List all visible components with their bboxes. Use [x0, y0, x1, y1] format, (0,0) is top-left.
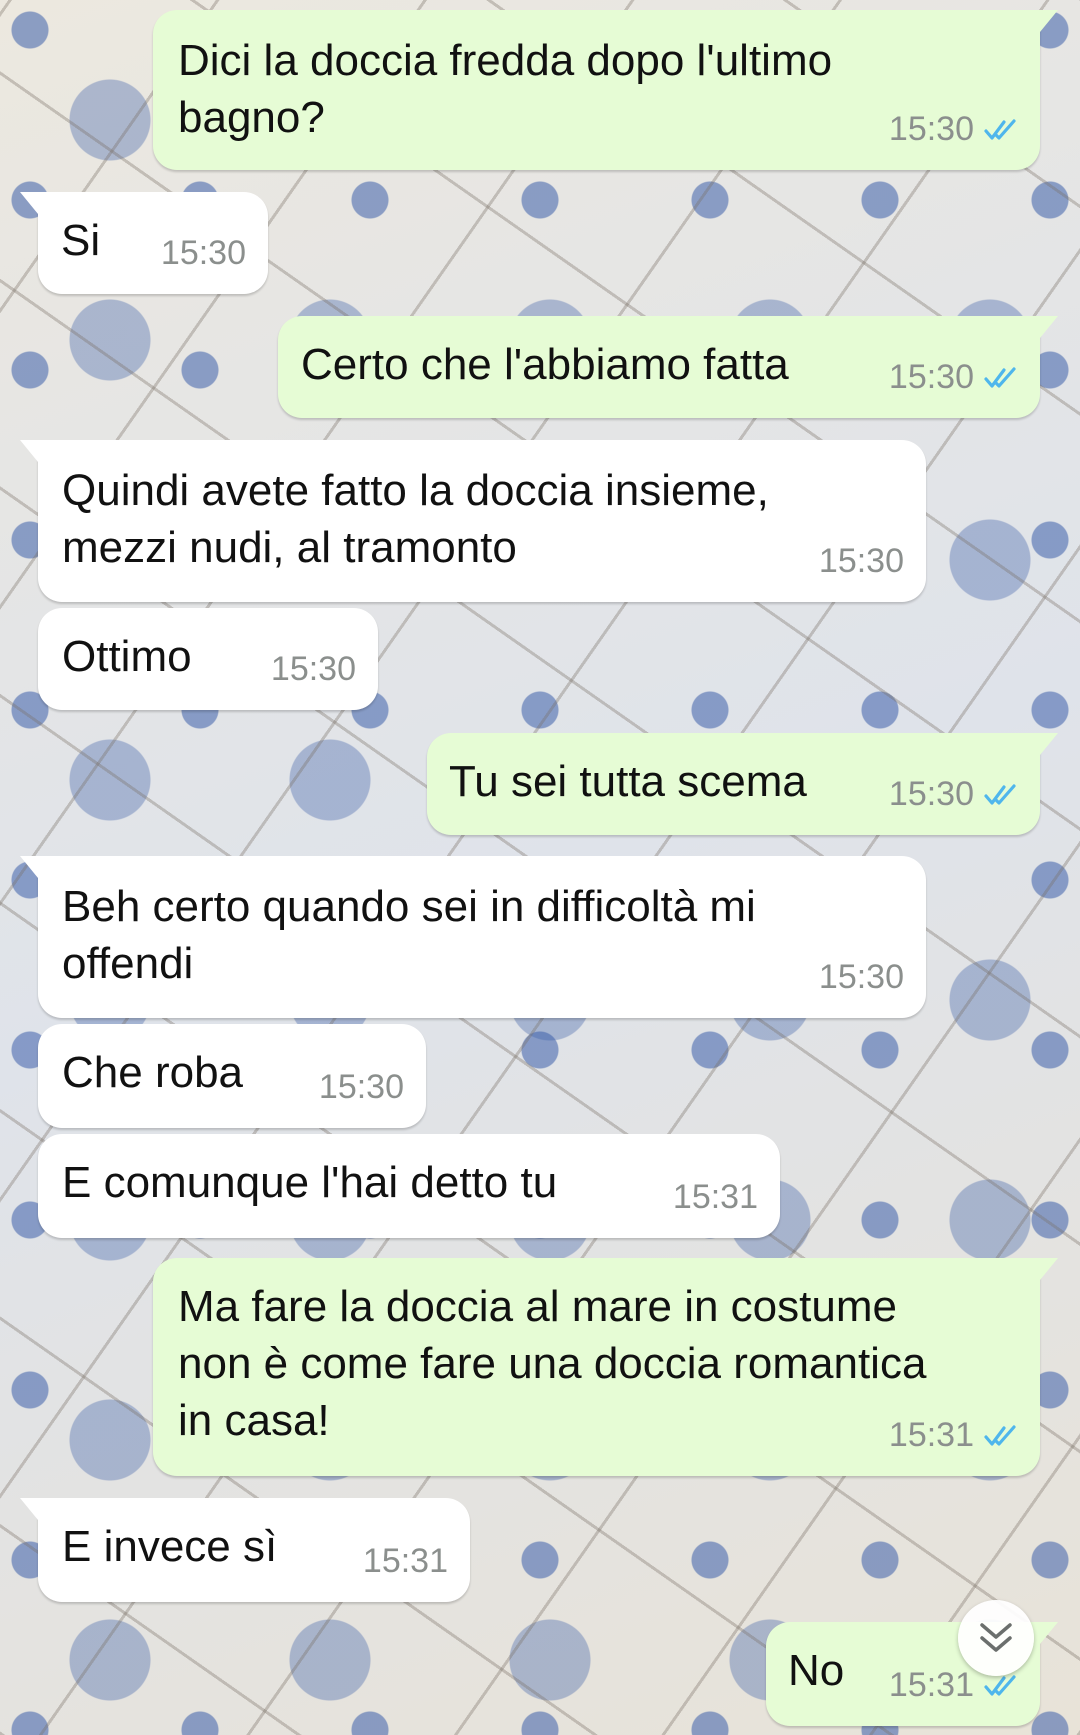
chat-area[interactable]: Dici la doccia fredda dopo l'ultimo bagn… — [0, 0, 1080, 1735]
message-meta: 15:30 — [271, 641, 356, 698]
message-outgoing[interactable]: Tu sei tutta scema 15:30 — [427, 733, 1058, 835]
message-text: E comunque l'hai detto tu — [62, 1158, 558, 1207]
message-text: Tu sei tutta scema — [449, 757, 807, 806]
read-receipt-icon — [984, 118, 1016, 140]
message-time: 15:30 — [818, 958, 904, 996]
message-text: Si — [61, 216, 101, 265]
message-outgoing[interactable]: Dici la doccia fredda dopo l'ultimo bagn… — [153, 10, 1058, 170]
message-meta: 15:31 — [889, 1407, 1018, 1464]
message-meta: 15:30 — [819, 949, 904, 1006]
message-text: Ottimo — [62, 632, 192, 681]
read-receipt-icon — [984, 783, 1016, 805]
message-outgoing[interactable]: Certo che l'abbiamo fatta 15:30 — [278, 316, 1058, 418]
message-incoming[interactable]: Quindi avete fatto la doccia insieme, me… — [20, 440, 926, 602]
read-receipt-icon — [984, 1674, 1016, 1696]
message-time: 15:30 — [888, 110, 974, 148]
message-time: 15:30 — [318, 1068, 404, 1106]
message-meta: 15:31 — [673, 1169, 758, 1226]
message-time: 15:31 — [362, 1542, 448, 1580]
message-time: 15:30 — [160, 234, 246, 272]
message-time: 15:31 — [888, 1416, 974, 1454]
message-time: 15:30 — [888, 358, 974, 396]
message-time: 15:31 — [672, 1178, 758, 1216]
message-meta: 15:31 — [363, 1533, 448, 1590]
message-incoming[interactable]: Ottimo 15:30 — [38, 608, 378, 710]
message-text: No — [788, 1646, 845, 1695]
message-meta: 15:30 — [889, 101, 1018, 158]
message-text: Quindi avete fatto la doccia insieme, me… — [62, 466, 769, 572]
message-outgoing[interactable]: Ma fare la doccia al mare in costume non… — [153, 1258, 1058, 1476]
message-time: 15:30 — [270, 650, 356, 688]
read-receipt-icon — [984, 366, 1016, 388]
message-text: Beh certo quando sei in difficoltà mi of… — [62, 882, 756, 988]
message-meta: 15:30 — [819, 533, 904, 590]
message-text: Che roba — [62, 1048, 244, 1097]
message-text: E invece sì — [62, 1522, 278, 1571]
message-time: 15:31 — [888, 1666, 974, 1704]
scroll-to-bottom-button[interactable] — [958, 1600, 1034, 1676]
message-incoming[interactable]: Si 15:30 — [20, 192, 268, 294]
read-receipt-icon — [984, 1424, 1016, 1446]
message-meta: 15:30 — [319, 1059, 404, 1116]
message-incoming[interactable]: E comunque l'hai detto tu 15:31 — [38, 1134, 780, 1238]
message-text: Ma fare la doccia al mare in costume non… — [178, 1282, 927, 1445]
message-text: Dici la doccia fredda dopo l'ultimo bagn… — [178, 36, 833, 142]
double-chevron-down-icon — [980, 1623, 1012, 1652]
message-meta: 15:30 — [889, 349, 1018, 406]
message-incoming[interactable]: E invece sì 15:31 — [20, 1498, 470, 1602]
message-meta: 15:30 — [889, 766, 1018, 823]
message-meta: 15:30 — [161, 225, 246, 282]
message-time: 15:30 — [888, 775, 974, 813]
message-incoming[interactable]: Che roba 15:30 — [38, 1024, 426, 1128]
message-incoming[interactable]: Beh certo quando sei in difficoltà mi of… — [20, 856, 926, 1018]
message-text: Certo che l'abbiamo fatta — [301, 340, 789, 389]
message-time: 15:30 — [818, 542, 904, 580]
